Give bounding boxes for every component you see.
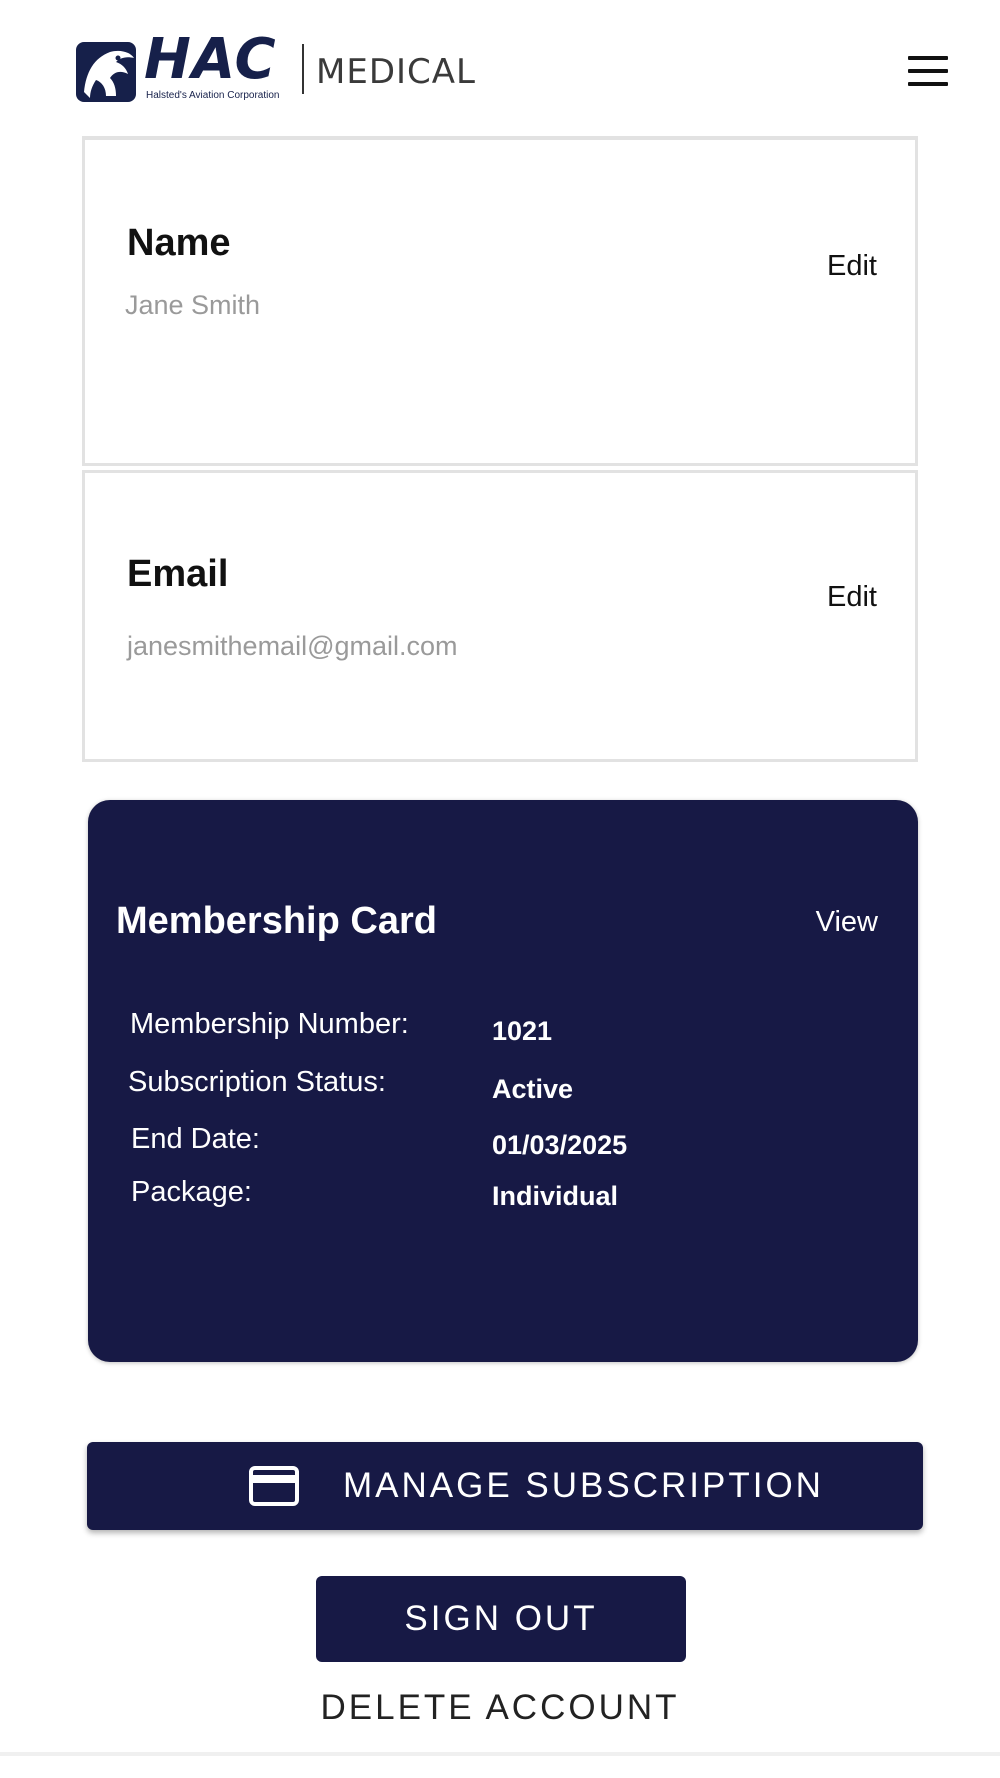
logo-title: HAC xyxy=(144,27,277,92)
credit-card-icon xyxy=(249,1466,299,1506)
end-date-label: End Date: xyxy=(131,1123,260,1155)
hamburger-menu-icon[interactable] xyxy=(908,56,948,86)
package-value: Individual xyxy=(492,1181,619,1211)
logo-divider xyxy=(302,44,304,94)
logo-subtitle: Halsted's Aviation Corporation xyxy=(146,90,280,101)
logo-product-name: MEDICAL xyxy=(316,52,476,92)
edit-name-link[interactable]: Edit xyxy=(827,250,877,283)
email-value: janesmithemail@gmail.com xyxy=(127,631,458,661)
name-card: Name Jane Smith Edit xyxy=(82,140,918,466)
name-label: Name xyxy=(127,222,231,264)
logo-wordmark: HAC Halsted's Aviation Corporation xyxy=(144,32,292,104)
membership-card-title: Membership Card xyxy=(116,900,437,942)
edit-email-link[interactable]: Edit xyxy=(827,581,877,614)
membership-number-label: Membership Number: xyxy=(130,1008,409,1040)
membership-number-value: 1021 xyxy=(492,1016,553,1046)
manage-subscription-label: MANAGE SUBSCRIPTION xyxy=(343,1466,824,1505)
view-membership-card-link[interactable]: View xyxy=(816,906,878,939)
delete-account-link[interactable]: DELETE ACCOUNT xyxy=(0,1688,1000,1728)
membership-card: Membership Card View Membership Number: … xyxy=(88,800,918,1362)
package-label: Package: xyxy=(131,1176,252,1208)
bottom-divider xyxy=(0,1752,1000,1756)
account-page: HAC Halsted's Aviation Corporation MEDIC… xyxy=(0,0,1000,1778)
subscription-status-label: Subscription Status: xyxy=(128,1066,386,1098)
name-value: Jane Smith xyxy=(125,290,261,320)
email-label: Email xyxy=(127,553,229,595)
end-date-value: 01/03/2025 xyxy=(492,1130,628,1160)
email-card: Email janesmithemail@gmail.com Edit xyxy=(82,470,918,762)
manage-subscription-button[interactable]: MANAGE SUBSCRIPTION xyxy=(87,1442,923,1530)
subscription-status-value: Active xyxy=(492,1074,574,1104)
eagle-logo-icon xyxy=(76,42,136,102)
sign-out-button[interactable]: SIGN OUT xyxy=(316,1576,686,1662)
app-header: HAC Halsted's Aviation Corporation MEDIC… xyxy=(0,0,1000,140)
hac-medical-logo[interactable]: HAC Halsted's Aviation Corporation MEDIC… xyxy=(76,32,476,104)
